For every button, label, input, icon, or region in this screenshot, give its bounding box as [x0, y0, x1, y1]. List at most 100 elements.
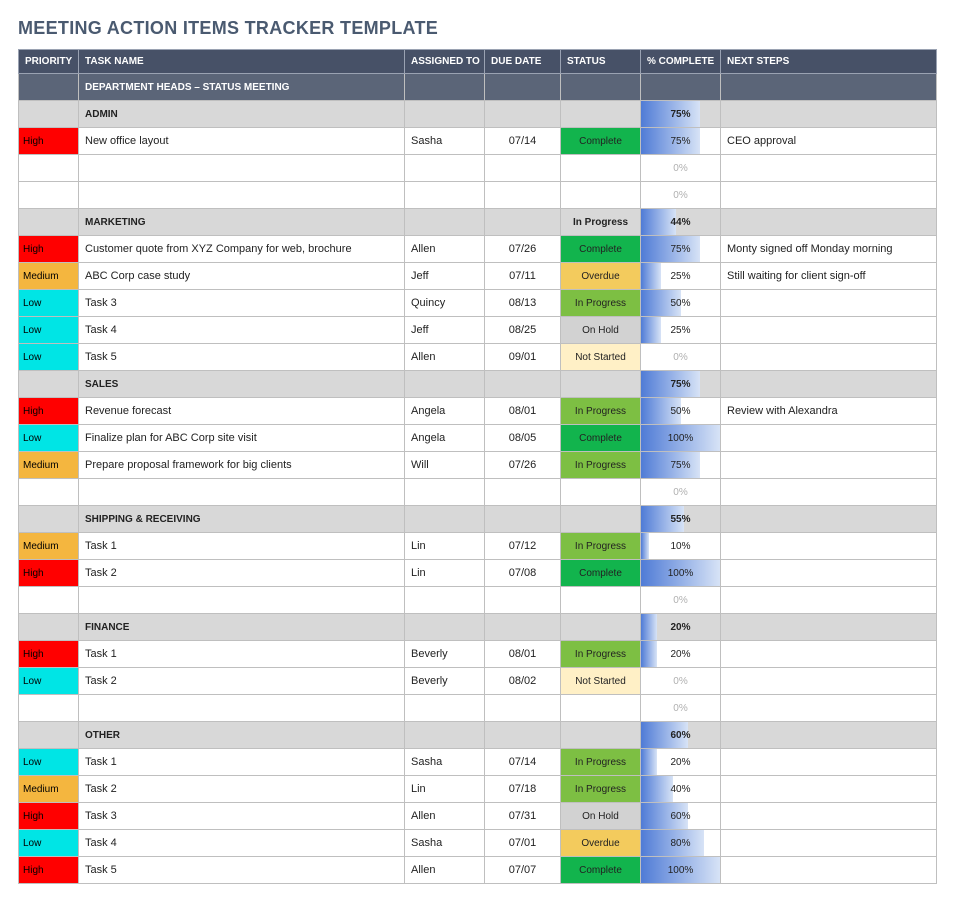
pct-cell: 44% [641, 209, 721, 236]
priority-cell: Medium [19, 263, 79, 290]
task-cell: Task 2 [79, 776, 405, 803]
status-cell [561, 587, 641, 614]
table-row: HighTask 5Allen07/07Complete100% [19, 857, 937, 884]
pct-cell: 100% [641, 560, 721, 587]
status-cell: Complete [561, 128, 641, 155]
group-status [561, 722, 641, 749]
task-cell: Finalize plan for ABC Corp site visit [79, 425, 405, 452]
pct-cell: 75% [641, 101, 721, 128]
pct-cell: 80% [641, 830, 721, 857]
group-name: MARKETING [79, 209, 405, 236]
task-cell: Task 2 [79, 560, 405, 587]
assigned-cell: Quincy [405, 290, 485, 317]
status-cell: In Progress [561, 398, 641, 425]
next-cell [721, 533, 937, 560]
table-row: LowTask 1Sasha07/14In Progress20% [19, 749, 937, 776]
status-cell: Complete [561, 236, 641, 263]
assigned-cell: Beverly [405, 668, 485, 695]
table-row: MediumABC Corp case studyJeff07/11Overdu… [19, 263, 937, 290]
next-cell [721, 641, 937, 668]
priority-cell: Medium [19, 452, 79, 479]
next-cell [721, 452, 937, 479]
pct-cell: 40% [641, 776, 721, 803]
next-cell [721, 425, 937, 452]
priority-cell: Low [19, 425, 79, 452]
group-name: FINANCE [79, 614, 405, 641]
section-title: DEPARTMENT HEADS – STATUS MEETING [79, 74, 405, 101]
task-cell: Customer quote from XYZ Company for web,… [79, 236, 405, 263]
due-cell: 08/01 [485, 398, 561, 425]
priority-cell [19, 695, 79, 722]
task-cell: Task 4 [79, 317, 405, 344]
assigned-cell: Sasha [405, 128, 485, 155]
priority-cell [19, 155, 79, 182]
task-cell: Task 5 [79, 344, 405, 371]
group-row: FINANCE 20% [19, 614, 937, 641]
next-cell [721, 668, 937, 695]
due-cell: 07/07 [485, 857, 561, 884]
task-cell: Task 4 [79, 830, 405, 857]
group-status [561, 101, 641, 128]
assigned-cell: Allen [405, 344, 485, 371]
due-cell: 07/26 [485, 452, 561, 479]
due-cell: 07/01 [485, 830, 561, 857]
priority-cell: Medium [19, 533, 79, 560]
pct-cell: 0% [641, 587, 721, 614]
assigned-cell: Will [405, 452, 485, 479]
table-row: 0% [19, 479, 937, 506]
status-cell: In Progress [561, 749, 641, 776]
due-cell: 07/14 [485, 128, 561, 155]
status-cell [561, 695, 641, 722]
assigned-cell [405, 479, 485, 506]
tracker-table: PRIORITY TASK NAME ASSIGNED TO DUE DATE … [18, 49, 937, 884]
header-priority: PRIORITY [19, 50, 79, 74]
group-row: SALES75% [19, 371, 937, 398]
due-cell [485, 155, 561, 182]
page-title: MEETING ACTION ITEMS TRACKER TEMPLATE [18, 18, 936, 39]
assigned-cell: Allen [405, 236, 485, 263]
due-cell: 09/01 [485, 344, 561, 371]
status-cell: On Hold [561, 317, 641, 344]
assigned-cell [405, 695, 485, 722]
task-cell: Task 2 [79, 668, 405, 695]
group-row: ADMIN75% [19, 101, 937, 128]
pct-cell: 75% [641, 128, 721, 155]
table-row: MediumPrepare proposal framework for big… [19, 452, 937, 479]
due-cell: 07/31 [485, 803, 561, 830]
due-cell [485, 587, 561, 614]
priority-cell: High [19, 857, 79, 884]
pct-cell: 0% [641, 344, 721, 371]
assigned-cell: Jeff [405, 263, 485, 290]
pct-cell: 10% [641, 533, 721, 560]
next-cell [721, 803, 937, 830]
status-cell: Complete [561, 425, 641, 452]
task-cell [79, 479, 405, 506]
next-cell [721, 857, 937, 884]
priority-cell: Low [19, 668, 79, 695]
table-row: HighTask 1Beverly08/01In Progress20% [19, 641, 937, 668]
pct-cell: 0% [641, 155, 721, 182]
status-cell: In Progress [561, 533, 641, 560]
next-cell [721, 830, 937, 857]
next-cell: CEO approval [721, 128, 937, 155]
group-row: OTHER60% [19, 722, 937, 749]
pct-cell: 20% [641, 749, 721, 776]
assigned-cell: Lin [405, 560, 485, 587]
priority-cell [19, 182, 79, 209]
due-cell: 07/12 [485, 533, 561, 560]
table-row: 0% [19, 182, 937, 209]
assigned-cell: Sasha [405, 830, 485, 857]
pct-cell: 60% [641, 803, 721, 830]
table-row: LowTask 4Jeff08/25On Hold25% [19, 317, 937, 344]
header-task: TASK NAME [79, 50, 405, 74]
assigned-cell: Allen [405, 803, 485, 830]
assigned-cell [405, 155, 485, 182]
task-cell: Task 1 [79, 641, 405, 668]
pct-cell: 20% [641, 614, 721, 641]
due-cell: 07/14 [485, 749, 561, 776]
task-cell: Task 3 [79, 803, 405, 830]
next-cell [721, 749, 937, 776]
status-cell: In Progress [561, 452, 641, 479]
pct-cell: 100% [641, 857, 721, 884]
pct-cell: 0% [641, 695, 721, 722]
